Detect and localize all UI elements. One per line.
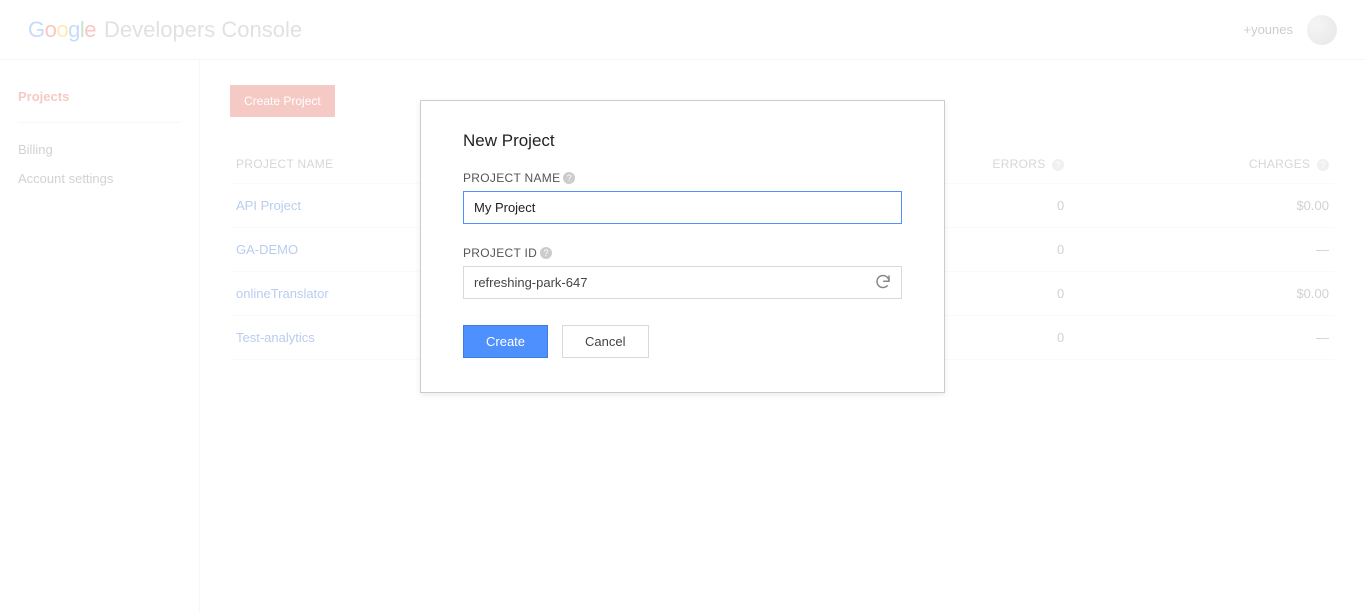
refresh-icon[interactable]: [874, 273, 892, 291]
project-id-label: PROJECT ID ?: [463, 246, 902, 260]
cancel-button[interactable]: Cancel: [562, 325, 648, 358]
new-project-dialog: New Project PROJECT NAME ? PROJECT ID ? …: [420, 100, 945, 393]
help-icon[interactable]: ?: [563, 172, 575, 184]
create-button[interactable]: Create: [463, 325, 548, 358]
project-id-input[interactable]: [463, 266, 902, 299]
dialog-title: New Project: [463, 131, 902, 151]
project-name-label: PROJECT NAME ?: [463, 171, 902, 185]
modal-overlay: New Project PROJECT NAME ? PROJECT ID ? …: [0, 0, 1365, 613]
help-icon[interactable]: ?: [540, 247, 552, 259]
project-name-input[interactable]: [463, 191, 902, 224]
